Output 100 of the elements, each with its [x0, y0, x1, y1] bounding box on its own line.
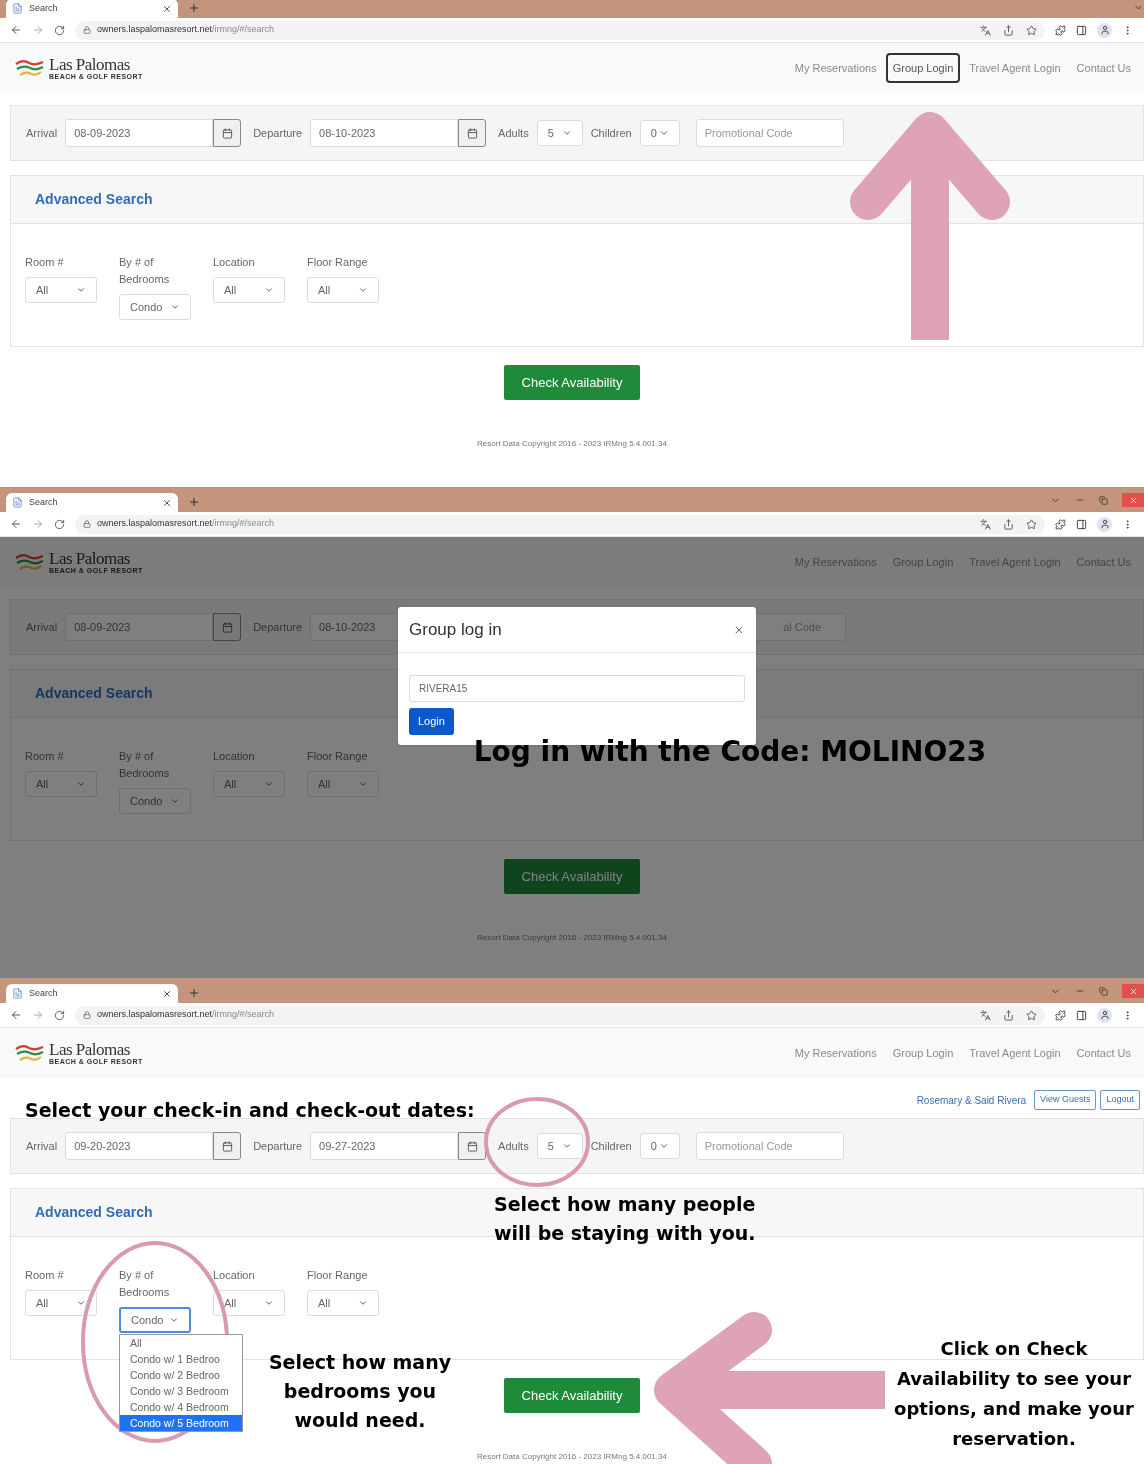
chevron-down-icon — [76, 285, 86, 295]
close-window-button[interactable] — [1122, 984, 1144, 998]
reload-icon[interactable] — [54, 24, 65, 36]
filter-select[interactable]: All — [213, 1290, 285, 1316]
account-button[interactable]: Logout — [1100, 1090, 1140, 1110]
restore-icon[interactable] — [1099, 495, 1108, 505]
side-panel-icon[interactable] — [1076, 1009, 1087, 1021]
page-icon — [12, 497, 23, 508]
filter-select[interactable]: All — [213, 277, 285, 303]
reload-icon[interactable] — [54, 518, 65, 530]
filter-select[interactable]: All — [307, 1290, 379, 1316]
reload-icon[interactable] — [54, 1009, 65, 1021]
filter-select[interactable]: All — [213, 771, 285, 797]
field-label: Children — [590, 125, 632, 141]
new-tab-icon[interactable] — [188, 2, 200, 14]
filter-select[interactable]: Condo — [119, 788, 191, 814]
arrival-date-field[interactable]: 08-09-2023 — [65, 613, 214, 641]
profile-button[interactable] — [1097, 22, 1112, 38]
calendar-button[interactable] — [213, 613, 242, 641]
calendar-button[interactable] — [213, 1132, 242, 1160]
filter-select[interactable]: All — [25, 277, 97, 303]
address-bar[interactable]: owners.laspalomasresort.net/irmng/#/search — [75, 1005, 1045, 1025]
children-select[interactable]: 0 — [639, 1133, 680, 1159]
arrival-date-field[interactable]: 08-09-2023 — [65, 119, 214, 147]
filter-select[interactable]: Condo — [119, 1307, 191, 1333]
nav-link[interactable]: Group Login — [885, 1037, 961, 1069]
field-label: Departure — [253, 619, 303, 635]
group-code-field[interactable]: RIVERA15 — [409, 675, 745, 702]
url-text: owners.laspalomasresort.net/irmng/#/search — [97, 517, 275, 531]
check-availability-button[interactable]: Check Availability — [504, 1378, 640, 1413]
page-icon — [12, 3, 23, 14]
field-label: Departure — [253, 1138, 303, 1154]
profile-button[interactable] — [1097, 516, 1112, 532]
children-select[interactable]: 0 — [639, 120, 680, 146]
translate-icon[interactable] — [980, 24, 991, 36]
browser-tab[interactable]: Search — [6, 493, 178, 512]
nav-link[interactable]: Contact Us — [1069, 52, 1138, 84]
filter-select[interactable]: All — [25, 1290, 97, 1316]
puzzle-icon[interactable] — [1055, 24, 1066, 36]
address-bar[interactable]: owners.laspalomasresort.net/irmng/#/search — [75, 514, 1045, 534]
dropdown-option[interactable]: Condo w/ 4 Bedroom — [120, 1399, 242, 1415]
adults-select[interactable]: 5 — [536, 120, 583, 146]
calendar-button[interactable] — [458, 119, 487, 147]
dropdown-option[interactable]: Condo w/ 1 Bedroo — [120, 1351, 242, 1367]
side-panel-icon[interactable] — [1076, 24, 1087, 36]
profile-button[interactable] — [1097, 1007, 1112, 1023]
dropdown-option[interactable]: All — [120, 1335, 242, 1351]
share-icon[interactable] — [1003, 1009, 1014, 1021]
star-icon[interactable] — [1026, 24, 1037, 36]
user-name-link[interactable]: Rosemary & Said Rivera — [916, 1092, 1027, 1108]
tab-title: Search — [29, 495, 59, 509]
back-icon[interactable] — [10, 24, 22, 36]
dropdown-option[interactable]: Condo w/ 3 Bedroom — [120, 1383, 242, 1399]
dropdown-option[interactable]: Condo w/ 2 Bedroo — [120, 1367, 242, 1383]
star-icon[interactable] — [1026, 1009, 1037, 1021]
filter-select[interactable]: Condo — [119, 294, 191, 320]
nav-link[interactable]: My Reservations — [787, 1037, 884, 1069]
back-icon[interactable] — [10, 518, 22, 530]
close-icon[interactable] — [162, 988, 172, 999]
account-button[interactable]: View Guests — [1034, 1090, 1097, 1110]
close-icon[interactable] — [162, 497, 172, 508]
nav-link[interactable]: My Reservations — [787, 52, 884, 84]
nav-link[interactable]: Contact Us — [1069, 1037, 1138, 1069]
calendar-button[interactable] — [458, 1132, 487, 1160]
nav-link[interactable]: Travel Agent Login — [962, 52, 1068, 84]
check-availability-button[interactable]: Check Availability — [504, 365, 640, 400]
star-icon[interactable] — [1026, 518, 1037, 530]
new-tab-icon[interactable] — [188, 496, 200, 508]
adults-select[interactable]: 5 — [536, 1133, 583, 1159]
share-icon[interactable] — [1003, 518, 1014, 530]
chevron-down-icon — [264, 1298, 274, 1308]
browser-tab[interactable]: Search — [6, 984, 178, 1003]
departure-date-field[interactable]: 09-27-2023 — [310, 1132, 459, 1160]
arrival-date-field[interactable]: 09-20-2023 — [65, 1132, 214, 1160]
chevron-down-icon — [358, 285, 368, 295]
chevron-down-icon — [264, 779, 274, 789]
url-text: owners.laspalomasresort.net/irmng/#/search — [97, 23, 275, 37]
new-tab-icon[interactable] — [188, 987, 200, 999]
filter-label: Room # — [25, 1268, 65, 1283]
browser-tab[interactable]: Search — [6, 0, 178, 18]
close-icon[interactable] — [162, 3, 172, 14]
dropdown-option[interactable]: Condo w/ 5 Bedroom — [120, 1415, 242, 1431]
address-bar[interactable]: owners.laspalomasresort.net/irmng/#/search — [75, 20, 1045, 40]
filter-select[interactable]: All — [307, 771, 379, 797]
translate-icon[interactable] — [980, 1009, 991, 1021]
login-button[interactable]: Login — [409, 708, 454, 735]
side-panel-icon[interactable] — [1076, 518, 1087, 530]
close-window-button[interactable] — [1122, 493, 1144, 507]
calendar-button[interactable] — [213, 119, 242, 147]
back-icon[interactable] — [10, 1009, 22, 1021]
nav-link[interactable]: Travel Agent Login — [962, 1037, 1068, 1069]
restore-icon[interactable] — [1099, 986, 1108, 996]
translate-icon[interactable] — [980, 518, 991, 530]
filter-select[interactable]: All — [25, 771, 97, 797]
filter-select[interactable]: All — [307, 277, 379, 303]
share-icon[interactable] — [1003, 24, 1014, 36]
nav-link[interactable]: Group Login — [885, 52, 961, 84]
puzzle-icon[interactable] — [1055, 518, 1066, 530]
puzzle-icon[interactable] — [1055, 1009, 1066, 1021]
departure-date-field[interactable]: 08-10-2023 — [310, 119, 459, 147]
